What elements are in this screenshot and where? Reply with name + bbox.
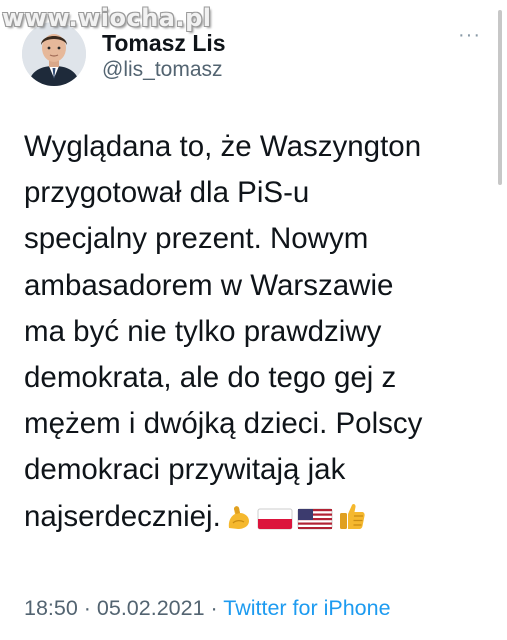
poland-flag-icon [257, 499, 293, 545]
flexed-biceps-icon [225, 499, 253, 545]
author-name[interactable]: Tomasz Lis [102, 30, 226, 57]
usa-flag-icon [297, 499, 333, 545]
tweet-line: najserdeczniej. [24, 499, 221, 533]
tweet-meta: 18:50 · 05.02.2021 · Twitter for iPhone [24, 596, 391, 621]
tweet-line: demokraci przywitają jak [24, 453, 346, 487]
tweet-line: specjalny prezent. Nowym [24, 222, 369, 256]
tweet-time[interactable]: 18:50 [24, 596, 78, 620]
meta-separator: · [204, 596, 224, 620]
watermark: www.wiocha.pl [2, 4, 212, 32]
author-handle[interactable]: @lis_tomasz [102, 58, 223, 82]
thumbs-up-icon [337, 499, 367, 545]
tweet-date[interactable]: 05.02.2021 [97, 596, 205, 620]
tweet-line: ma być nie tylko prawdziwy [24, 314, 382, 348]
tweet-line: Wyglądana to, że Waszyngton [24, 130, 422, 163]
tweet-line: mężem i dwójką dzieci. Polscy [24, 407, 423, 441]
scrollbar-thumb[interactable] [498, 10, 502, 185]
tweet-text: Wyglądana to, że Waszyngton przygotował … [24, 124, 494, 545]
tweet-source-link[interactable]: Twitter for iPhone [223, 596, 390, 620]
scrollbar[interactable] [495, 0, 505, 190]
tweet-line: przygotował dla PiS-u [24, 176, 310, 210]
more-options-icon[interactable]: ··· [458, 25, 481, 45]
meta-separator: · [77, 596, 97, 620]
tweet-line-last: najserdeczniej. [24, 494, 494, 545]
tweet-line: demokrata, ale do tego gej z [24, 361, 397, 395]
tweet-line: ambasadorem w Warszawie [24, 268, 394, 302]
